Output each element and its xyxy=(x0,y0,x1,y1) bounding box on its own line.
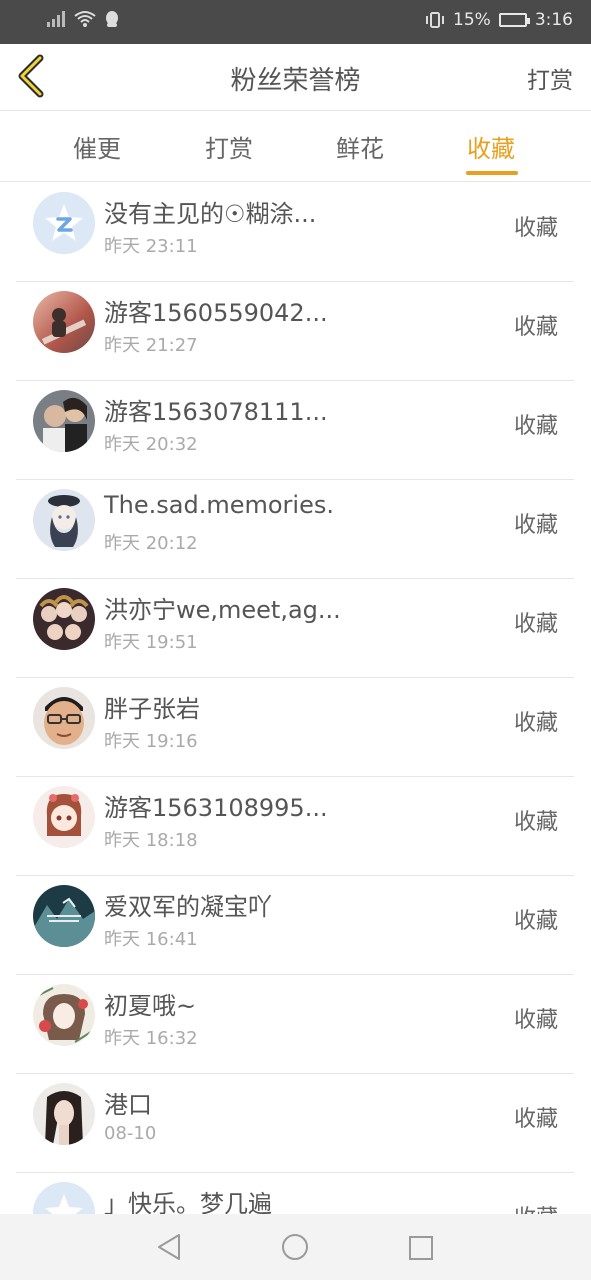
timestamp: 昨天 16:41 xyxy=(104,929,198,950)
timestamp: 昨天 18:18 xyxy=(104,830,198,851)
avatar xyxy=(33,885,95,947)
battery-icon xyxy=(498,13,530,27)
action-label: 收藏 xyxy=(513,1008,558,1033)
timestamp: 昨天 20:32 xyxy=(104,434,198,455)
avatar xyxy=(33,1182,95,1214)
avatar xyxy=(33,588,95,650)
tab-urge[interactable]: 催更 xyxy=(73,129,121,164)
list-item[interactable]: 爱双军的凝宝吖 昨天 16:41 收藏 xyxy=(16,875,574,975)
user-name: 胖子张岩 xyxy=(104,695,200,723)
photo-avatar-icon xyxy=(41,308,87,345)
avatar xyxy=(33,489,95,551)
list-item[interactable]: 胖子张岩 昨天 19:16 收藏 xyxy=(16,677,574,777)
status-right: 15% 3:16 xyxy=(425,10,573,30)
illustration-avatar-icon xyxy=(39,595,89,640)
list-item[interactable]: 」快乐。梦几遍 收藏 xyxy=(16,1172,574,1214)
timestamp: 昨天 23:11 xyxy=(104,236,198,257)
avatar xyxy=(33,984,95,1046)
action-label: 收藏 xyxy=(513,315,558,340)
list-item[interactable]: 游客1560559042... 昨天 21:27 收藏 xyxy=(16,281,574,381)
avatar xyxy=(33,1083,95,1145)
battery-percent: 15% xyxy=(453,10,491,30)
illustration-avatar-icon xyxy=(48,495,80,547)
default-avatar-icon xyxy=(33,192,95,254)
list-item[interactable]: 初夏哦~ 昨天 16:32 收藏 xyxy=(16,974,574,1074)
tab-flowers[interactable]: 鲜花 xyxy=(336,129,384,164)
qq-icon xyxy=(106,11,118,27)
cartoon-face-avatar-icon xyxy=(44,697,84,745)
illustration-avatar-icon xyxy=(46,794,82,836)
user-name: The.sad.memories. xyxy=(104,491,334,519)
list-item[interactable]: 游客1563108995... 昨天 18:18 收藏 xyxy=(16,776,574,876)
active-tab-indicator xyxy=(466,171,518,175)
page-title: 粉丝荣誉榜 xyxy=(230,66,361,96)
timestamp: 昨天 16:32 xyxy=(104,1028,198,1049)
action-label: 收藏 xyxy=(513,414,558,439)
action-label: 收藏 xyxy=(513,909,558,934)
list-item[interactable]: The.sad.memories. 昨天 20:12 收藏 xyxy=(16,479,574,579)
clock: 3:16 xyxy=(534,10,573,30)
recents-square-icon[interactable] xyxy=(408,1235,434,1261)
user-name: 游客1563108995... xyxy=(104,794,328,822)
timestamp: 昨天 19:51 xyxy=(104,632,198,653)
tab-bar: 催更 打赏 鲜花 收藏 xyxy=(0,111,591,182)
user-name: 初夏哦~ xyxy=(104,992,197,1020)
user-name: 游客1560559042... xyxy=(104,299,328,327)
signal-icon xyxy=(47,11,65,27)
timestamp: 08-10 xyxy=(104,1123,157,1144)
list-item[interactable]: 游客1563078111... 昨天 20:32 收藏 xyxy=(16,380,574,480)
avatar xyxy=(33,390,95,452)
action-label: 收藏 xyxy=(513,216,558,241)
user-name: 游客1563078111... xyxy=(104,398,328,426)
photo-avatar-icon xyxy=(45,1091,83,1145)
photo-avatar-icon xyxy=(43,397,87,452)
top-header: 粉丝荣誉榜 打赏 xyxy=(0,44,591,111)
home-circle-icon[interactable] xyxy=(281,1233,309,1261)
reward-button[interactable]: 打赏 xyxy=(527,61,573,95)
action-label: 收藏 xyxy=(513,810,558,835)
action-label: 收藏 xyxy=(514,1200,558,1214)
avatar xyxy=(33,687,95,749)
list-item[interactable]: 没有主见的☉糊涂... 昨天 23:11 收藏 xyxy=(16,182,574,282)
list-item[interactable]: 港口 08-10 收藏 xyxy=(16,1073,574,1173)
illustration-avatar-icon xyxy=(36,987,92,1043)
user-name: 没有主见的☉糊涂... xyxy=(104,200,317,228)
wifi-icon xyxy=(74,11,96,27)
vibrate-icon xyxy=(426,12,445,28)
action-label: 收藏 xyxy=(513,612,558,637)
default-avatar-icon xyxy=(33,1182,95,1214)
user-name: 爱双军的凝宝吖 xyxy=(104,893,272,921)
status-left-icons xyxy=(46,10,120,28)
fan-list: 没有主见的☉糊涂... 昨天 23:11 收藏 游客1560559042... … xyxy=(0,182,591,1214)
action-label: 收藏 xyxy=(513,711,558,736)
avatar xyxy=(33,192,95,254)
action-label: 收藏 xyxy=(513,513,558,538)
user-name: 」快乐。梦几遍 xyxy=(104,1190,272,1214)
system-nav-bar xyxy=(0,1214,591,1280)
list-item[interactable]: 洪亦宁we,meet,ag... 昨天 19:51 收藏 xyxy=(16,578,574,678)
tab-favorites[interactable]: 收藏 xyxy=(467,129,515,164)
timestamp: 昨天 19:16 xyxy=(104,731,198,752)
timestamp: 昨天 21:27 xyxy=(104,335,198,356)
photo-avatar-icon xyxy=(33,897,95,947)
tab-reward[interactable]: 打赏 xyxy=(205,129,253,164)
timestamp: 昨天 20:12 xyxy=(104,533,198,554)
status-bar: 15% 3:16 xyxy=(0,0,591,44)
avatar xyxy=(33,786,95,848)
avatar xyxy=(33,291,95,353)
user-name: 洪亦宁we,meet,ag... xyxy=(104,596,341,624)
user-name: 港口 xyxy=(104,1091,152,1119)
action-label: 收藏 xyxy=(513,1107,558,1132)
back-triangle-icon[interactable] xyxy=(155,1232,183,1262)
